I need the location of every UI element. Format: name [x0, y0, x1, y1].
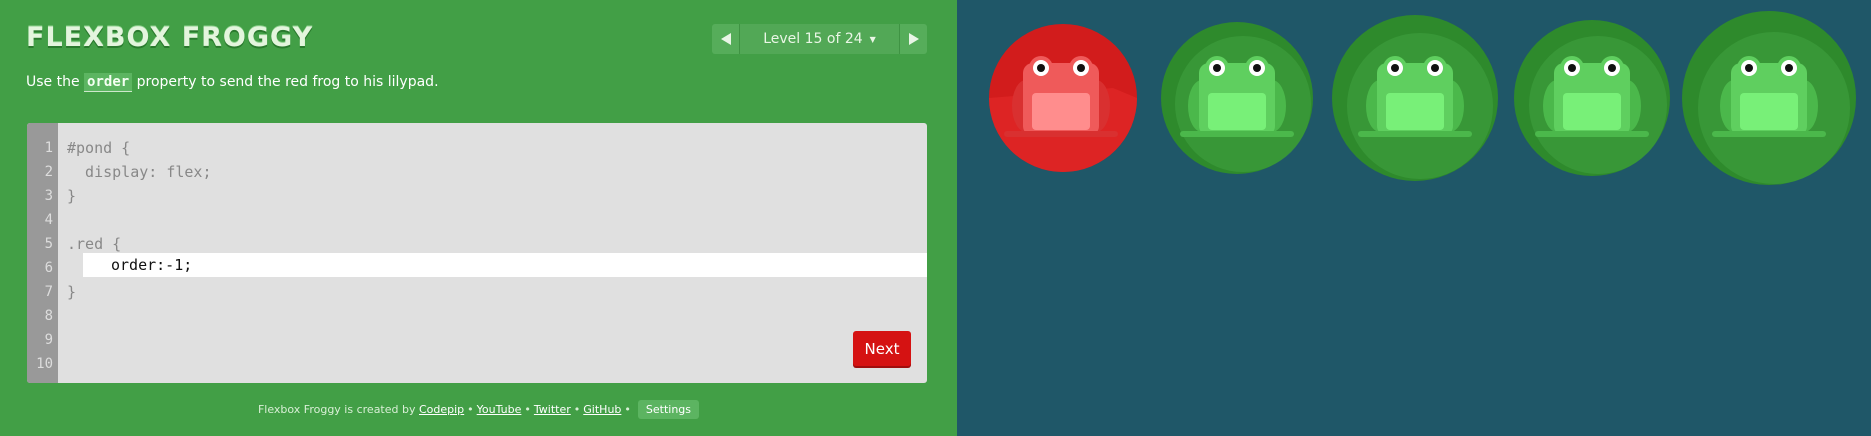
- line-number: 6: [44, 260, 53, 276]
- footer-credit-text: Flexbox Froggy is created by: [257, 403, 416, 416]
- footer-separator: •: [624, 403, 631, 416]
- instructions: Use the order property to send the red f…: [26, 73, 439, 92]
- line-number: 2: [44, 164, 53, 180]
- instructions-text-before: Use the: [26, 74, 85, 90]
- pond: [957, 0, 1871, 436]
- youtube-link[interactable]: YouTube: [477, 403, 522, 416]
- line-number: 5: [44, 236, 53, 252]
- footer-separator: •: [524, 403, 531, 416]
- line-number: 3: [44, 188, 53, 204]
- code-editor: 1 2 3 4 5 6 7 8 9 10 #pond { display: fl…: [27, 123, 927, 383]
- instructions-text-after: property to send the red frog to his lil…: [132, 74, 439, 90]
- pond-canvas: [989, 11, 1856, 185]
- code-line: #pond {: [67, 139, 131, 157]
- sidebar: FLEXBOX FROGGY Level 15 of 24 ▼ Use the …: [0, 0, 957, 436]
- twitter-link[interactable]: Twitter: [534, 403, 571, 416]
- line-number: 8: [44, 308, 53, 324]
- css-code-input[interactable]: [83, 253, 927, 277]
- line-number: 10: [36, 356, 53, 372]
- code-line: }: [67, 187, 77, 205]
- code-line: display: flex;: [67, 163, 212, 181]
- line-number: 4: [44, 212, 53, 228]
- next-button[interactable]: Next: [853, 331, 911, 366]
- triangle-right-icon: [908, 33, 919, 45]
- codepip-link[interactable]: Codepip: [419, 403, 464, 416]
- triangle-left-icon: [720, 33, 731, 45]
- footer-separator: •: [467, 403, 474, 416]
- line-number: 7: [44, 284, 53, 300]
- level-navigation: Level 15 of 24 ▼: [712, 24, 927, 54]
- code-line: }: [67, 283, 77, 301]
- instructions-property: order: [84, 73, 133, 92]
- line-number: 9: [44, 332, 53, 348]
- footer-separator: •: [573, 403, 581, 416]
- app-title: FLEXBOX FROGGY: [26, 22, 314, 53]
- level-indicator-label: Level 15 of 24: [763, 31, 863, 47]
- github-link[interactable]: GitHub: [583, 403, 621, 416]
- settings-button[interactable]: Settings: [637, 400, 700, 419]
- footer: Flexbox Froggy is created by Codepip • You…: [0, 400, 957, 419]
- level-indicator[interactable]: Level 15 of 24 ▼: [739, 24, 900, 54]
- caret-down-icon: ▼: [869, 34, 876, 44]
- line-number: 1: [44, 140, 53, 156]
- next-level-button[interactable]: [900, 24, 927, 54]
- previous-level-button[interactable]: [712, 24, 739, 54]
